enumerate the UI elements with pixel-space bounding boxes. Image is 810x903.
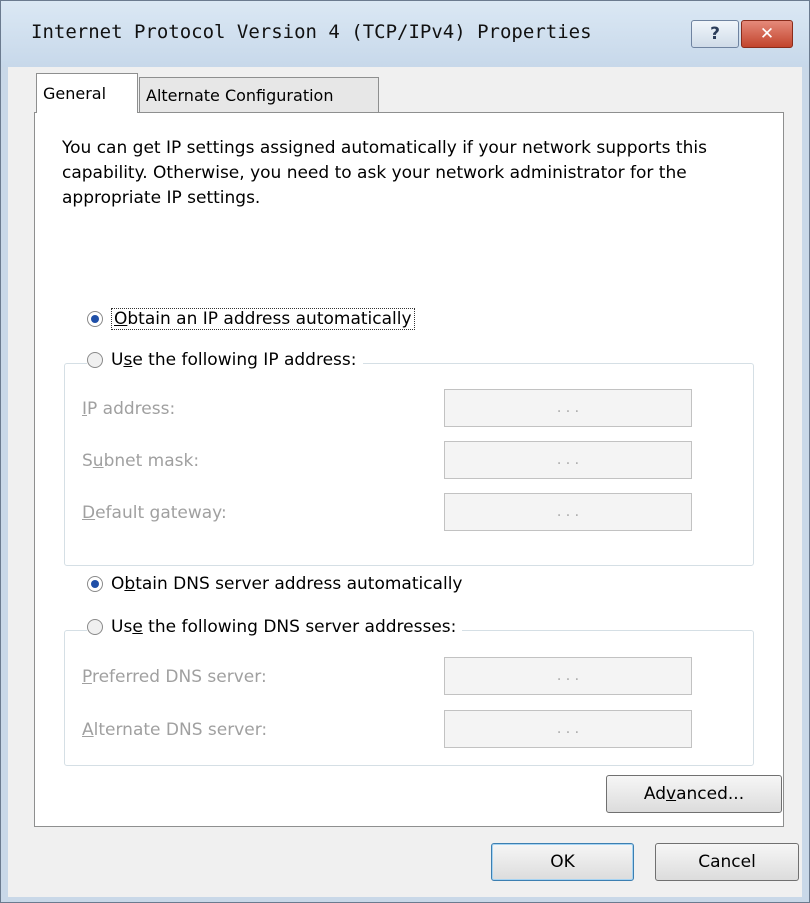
radio-obtain-ip-automatically[interactable]: Obtain an IP address automatically bbox=[87, 308, 415, 330]
radio-button-unchecked[interactable] bbox=[87, 352, 103, 368]
help-icon: ? bbox=[710, 24, 720, 44]
radio-use-following-ip[interactable]: Use the following IP address: bbox=[87, 350, 363, 370]
window-title: Internet Protocol Version 4 (TCP/IPv4) P… bbox=[31, 21, 592, 43]
tcpip-properties-dialog: Internet Protocol Version 4 (TCP/IPv4) P… bbox=[0, 0, 810, 903]
default-gateway-label: Default gateway: bbox=[82, 503, 227, 523]
preferred-dns-field[interactable]: . . . bbox=[444, 657, 692, 695]
radio-button-checked[interactable] bbox=[87, 311, 103, 327]
help-button[interactable]: ? bbox=[691, 20, 739, 48]
general-panel: You can get IP settings assigned automat… bbox=[34, 112, 784, 827]
tab-alternate-configuration-label: Alternate Configuration bbox=[146, 86, 334, 105]
ip-address-label: IP address: bbox=[82, 399, 176, 419]
tab-general-label: General bbox=[43, 84, 107, 103]
radio-use-following-dns-label: Use the following DNS server addresses: bbox=[111, 617, 457, 637]
default-gateway-field[interactable]: . . . bbox=[444, 493, 692, 531]
radio-use-following-dns[interactable]: Use the following DNS server addresses: bbox=[87, 617, 463, 637]
tab-alternate-configuration[interactable]: Alternate Configuration bbox=[139, 77, 379, 113]
subnet-mask-field[interactable]: . . . bbox=[444, 441, 692, 479]
cancel-button-label: Cancel bbox=[698, 852, 756, 872]
close-button[interactable]: ✕ bbox=[741, 20, 793, 48]
radio-obtain-dns-automatically[interactable]: Obtain DNS server address automatically bbox=[87, 574, 462, 594]
tab-general[interactable]: General bbox=[36, 73, 138, 113]
radio-button-unchecked[interactable] bbox=[87, 619, 103, 635]
radio-use-following-ip-label: Use the following IP address: bbox=[111, 350, 357, 370]
alternate-dns-field[interactable]: . . . bbox=[444, 710, 692, 748]
advanced-button-label: Advanced... bbox=[643, 784, 745, 804]
radio-obtain-ip-label: Obtain an IP address automatically bbox=[111, 308, 415, 330]
ok-button[interactable]: OK bbox=[491, 843, 634, 881]
close-icon: ✕ bbox=[759, 24, 775, 44]
title-bar[interactable]: Internet Protocol Version 4 (TCP/IPv4) P… bbox=[1, 1, 809, 67]
intro-text: You can get IP settings assigned automat… bbox=[62, 138, 707, 208]
advanced-button[interactable]: Advanced... bbox=[606, 775, 782, 813]
dialog-body: General Alternate Configuration You can … bbox=[8, 67, 802, 897]
subnet-mask-label: Subnet mask: bbox=[82, 451, 200, 471]
radio-obtain-dns-label: Obtain DNS server address automatically bbox=[111, 574, 463, 594]
alternate-dns-label: Alternate DNS server: bbox=[82, 720, 268, 740]
ip-address-field[interactable]: . . . bbox=[444, 389, 692, 427]
cancel-button[interactable]: Cancel bbox=[655, 843, 799, 881]
preferred-dns-label: Preferred DNS server: bbox=[82, 667, 267, 687]
radio-button-checked[interactable] bbox=[87, 576, 103, 592]
ok-button-label: OK bbox=[550, 852, 575, 872]
